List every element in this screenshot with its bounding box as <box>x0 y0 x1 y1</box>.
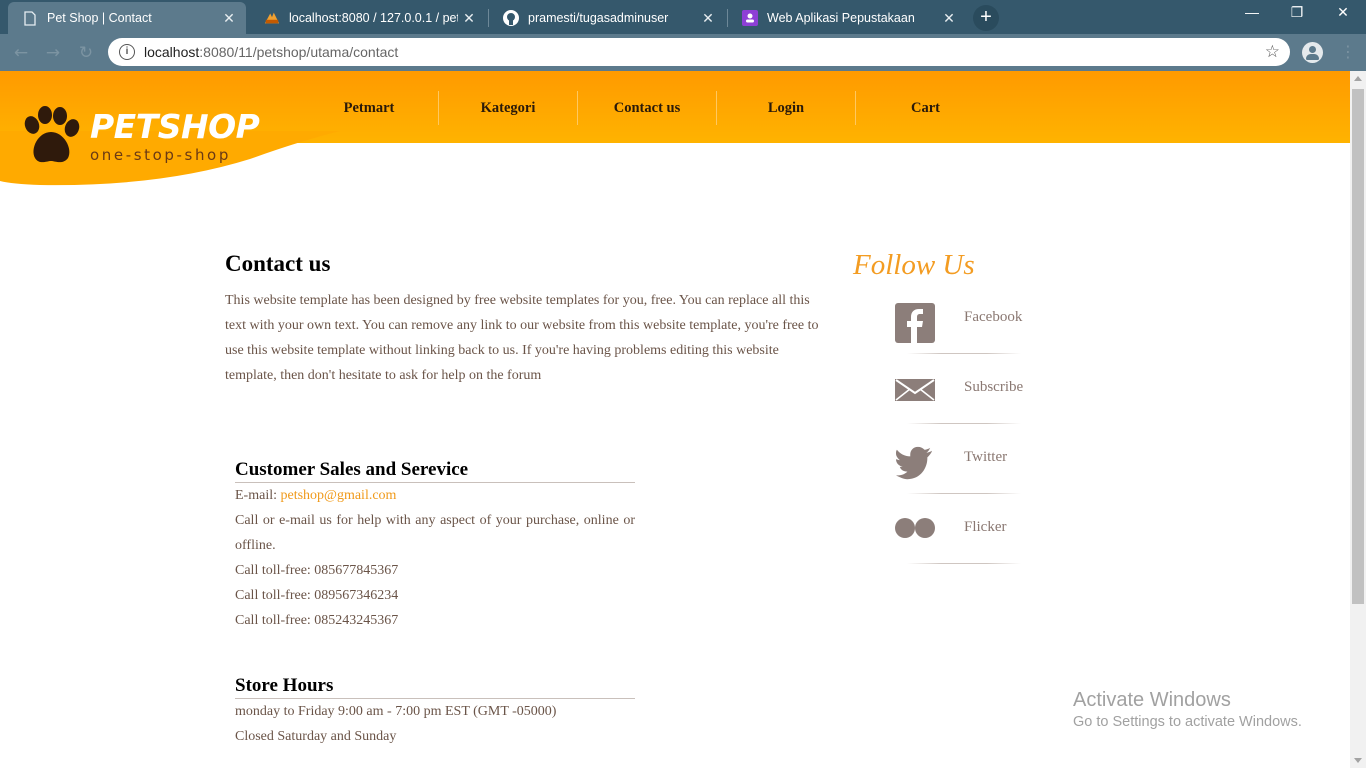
phpmyadmin-icon <box>264 10 280 26</box>
phone-line: Call toll-free: 085243245367 <box>235 613 399 628</box>
weekend-hours: Closed Saturday and Sunday <box>235 729 397 744</box>
social-label: Facebook <box>964 309 1023 325</box>
social-label: Twitter <box>964 449 1008 465</box>
divider <box>907 353 1021 354</box>
nav-kategori[interactable]: Kategori <box>439 91 578 125</box>
activate-windows-watermark: Activate Windows Go to Settings to activ… <box>1073 688 1302 732</box>
page-title: Contact us <box>225 251 331 276</box>
tab-github[interactable]: pramesti/tugasadminuser ✕ <box>489 2 725 34</box>
facebook-icon <box>895 303 935 343</box>
paw-icon <box>24 106 80 163</box>
web-page: PETSHOP one-stop-shop Petmart Kategori C… <box>0 71 1350 768</box>
social-label: Flicker <box>964 519 1007 535</box>
site-logo[interactable]: PETSHOP one-stop-shop <box>18 105 260 169</box>
store-hours-section: Store Hours monday to Friday 9:00 am - 7… <box>235 674 635 749</box>
scrollbar-thumb[interactable] <box>1352 89 1364 604</box>
flickr-icon <box>895 518 935 538</box>
bookmark-star-icon[interactable]: ☆ <box>1265 42 1280 62</box>
browser-tab-strip: Pet Shop | Contact ✕ localhost:8080 / 12… <box>0 0 1366 34</box>
classroom-icon <box>742 10 758 26</box>
tab-pet-shop-contact[interactable]: Pet Shop | Contact ✕ <box>8 2 246 34</box>
window-close-icon[interactable]: ✕ <box>1320 4 1366 21</box>
nav-login[interactable]: Login <box>717 91 856 125</box>
github-icon <box>503 10 519 26</box>
section-title: Store Hours <box>235 674 635 699</box>
social-flicker[interactable]: Flicker <box>895 513 1025 583</box>
address-bar[interactable]: i localhost:8080/11/petshop/utama/contac… <box>108 38 1290 66</box>
divider <box>907 423 1021 424</box>
site-info-icon[interactable]: i <box>119 44 135 60</box>
twitter-icon <box>896 446 933 480</box>
help-text: Call or e-mail us for help with any aspe… <box>235 513 635 553</box>
scroll-up-arrow-icon[interactable] <box>1354 76 1362 81</box>
divider <box>907 493 1021 494</box>
customer-sales-section: Customer Sales and Serevice E-mail: pets… <box>235 458 635 633</box>
divider <box>907 563 1021 564</box>
restore-icon[interactable]: ❐ <box>1274 4 1320 21</box>
mail-icon <box>895 379 935 401</box>
nav-contact-us[interactable]: Contact us <box>578 91 717 125</box>
watermark-title: Activate Windows <box>1073 689 1231 711</box>
url-host: localhost <box>144 44 200 60</box>
forward-arrow-icon[interactable]: → <box>42 42 64 64</box>
email-label: E-mail: <box>235 488 281 503</box>
phone-line: Call toll-free: 085677845367 <box>235 563 399 578</box>
back-arrow-icon[interactable]: ← <box>10 42 32 64</box>
scroll-down-arrow-icon[interactable] <box>1354 758 1362 763</box>
tab-title: Pet Shop | Contact <box>47 11 152 25</box>
nav-petmart[interactable]: Petmart <box>300 91 439 125</box>
reload-icon[interactable]: ↻ <box>75 42 97 64</box>
close-icon[interactable]: ✕ <box>938 10 960 27</box>
new-tab-button[interactable]: + <box>973 5 999 31</box>
watermark-subtitle: Go to Settings to activate Windows. <box>1073 714 1302 730</box>
browser-menu-icon[interactable]: ⋮ <box>1340 42 1356 61</box>
weekday-hours: monday to Friday 9:00 am - 7:00 pm EST (… <box>235 704 557 719</box>
email-link[interactable]: petshop@gmail.com <box>281 488 397 503</box>
logo-subtitle: one-stop-shop <box>90 146 231 164</box>
phone-line: Call toll-free: 089567346234 <box>235 588 399 603</box>
url-path: :8080/11/petshop/utama/contact <box>199 44 399 60</box>
close-icon[interactable]: ✕ <box>458 10 480 27</box>
email-line: E-mail: petshop@gmail.com <box>235 483 635 508</box>
nav-cart[interactable]: Cart <box>856 91 995 125</box>
tab-title: Web Aplikasi Pepustakaan <box>767 11 915 25</box>
page-icon <box>22 10 38 26</box>
social-twitter[interactable]: Twitter <box>895 443 1025 513</box>
logo-title: PETSHOP <box>90 107 260 146</box>
close-icon[interactable]: ✕ <box>218 10 240 27</box>
section-title: Customer Sales and Serevice <box>235 458 635 483</box>
social-label: Subscribe <box>964 379 1024 395</box>
tab-web-aplikasi[interactable]: Web Aplikasi Pepustakaan ✕ <box>728 2 966 34</box>
tab-phpmyadmin[interactable]: localhost:8080 / 127.0.0.1 / petsh ✕ <box>250 2 486 34</box>
tab-title: pramesti/tugasadminuser <box>528 11 669 25</box>
browser-toolbar: ← → ↻ i localhost:8080/11/petshop/utama/… <box>0 34 1366 71</box>
close-icon[interactable]: ✕ <box>697 10 719 27</box>
tab-title: localhost:8080 / 127.0.0.1 / petsh <box>289 11 458 25</box>
profile-avatar-icon[interactable] <box>1302 42 1323 63</box>
social-subscribe[interactable]: Subscribe <box>895 373 1025 443</box>
minimize-icon[interactable]: — <box>1229 4 1275 20</box>
social-facebook[interactable]: Facebook <box>895 303 1025 373</box>
main-navigation: Petmart Kategori Contact us Login Cart <box>300 91 995 125</box>
follow-us-title: Follow Us <box>853 249 975 281</box>
page-scrollbar[interactable] <box>1350 71 1366 768</box>
intro-paragraph: This website template has been designed … <box>225 293 819 383</box>
